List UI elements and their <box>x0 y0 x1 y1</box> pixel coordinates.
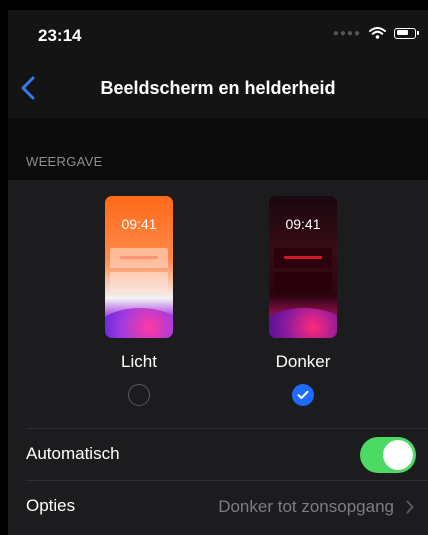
wallpaper-wave <box>269 308 337 338</box>
status-time: 23:14 <box>38 26 82 45</box>
option-label-light: Licht <box>121 352 157 371</box>
wifi-icon <box>369 27 386 39</box>
chevron-right-icon <box>406 500 414 514</box>
preview-notification <box>110 248 168 268</box>
automatic-row: Automatisch <box>8 428 428 480</box>
option-label-dark: Donker <box>275 352 331 371</box>
options-value: Donker tot zonsopgang <box>218 497 394 516</box>
battery-icon <box>394 27 419 39</box>
appearance-option-dark[interactable]: 09:41 Donker <box>263 196 343 406</box>
signal-icon: ●●●● <box>332 27 361 39</box>
navigation-bar: Beeldscherm en helderheid <box>8 58 428 118</box>
automatic-label: Automatisch <box>26 444 120 463</box>
preview-notification <box>110 272 168 292</box>
preview-time: 09:41 <box>285 216 321 232</box>
status-icons: ●●●● <box>332 27 419 39</box>
automatic-toggle[interactable] <box>360 437 416 473</box>
settings-screen: 23:14 ●●●● Beeldscherm en helderheid WEE… <box>8 10 428 535</box>
status-bar: 23:14 ●●●● <box>8 10 428 58</box>
section-header-appearance: WEERGAVE <box>26 154 103 169</box>
section-spacer <box>8 118 428 180</box>
row-divider <box>26 428 428 429</box>
preview-time: 09:41 <box>121 216 157 232</box>
radio-dark-selected[interactable] <box>292 384 314 406</box>
row-divider <box>26 480 428 481</box>
wallpaper-wave <box>105 308 173 338</box>
appearance-picker: 09:41 Licht 09:41 Donker <box>8 180 428 428</box>
preview-notification <box>274 248 332 268</box>
options-row[interactable]: Opties Donker tot zonsopgang <box>8 480 428 535</box>
dark-mode-preview: 09:41 <box>269 196 337 338</box>
light-mode-preview: 09:41 <box>105 196 173 338</box>
page-title: Beeldscherm en helderheid <box>100 78 336 98</box>
options-label: Opties <box>26 496 76 515</box>
checkmark-icon <box>297 390 309 399</box>
appearance-option-light[interactable]: 09:41 Licht <box>99 196 179 406</box>
radio-light-unselected[interactable] <box>128 384 150 406</box>
toggle-knob <box>383 440 413 470</box>
preview-notification <box>274 272 332 292</box>
